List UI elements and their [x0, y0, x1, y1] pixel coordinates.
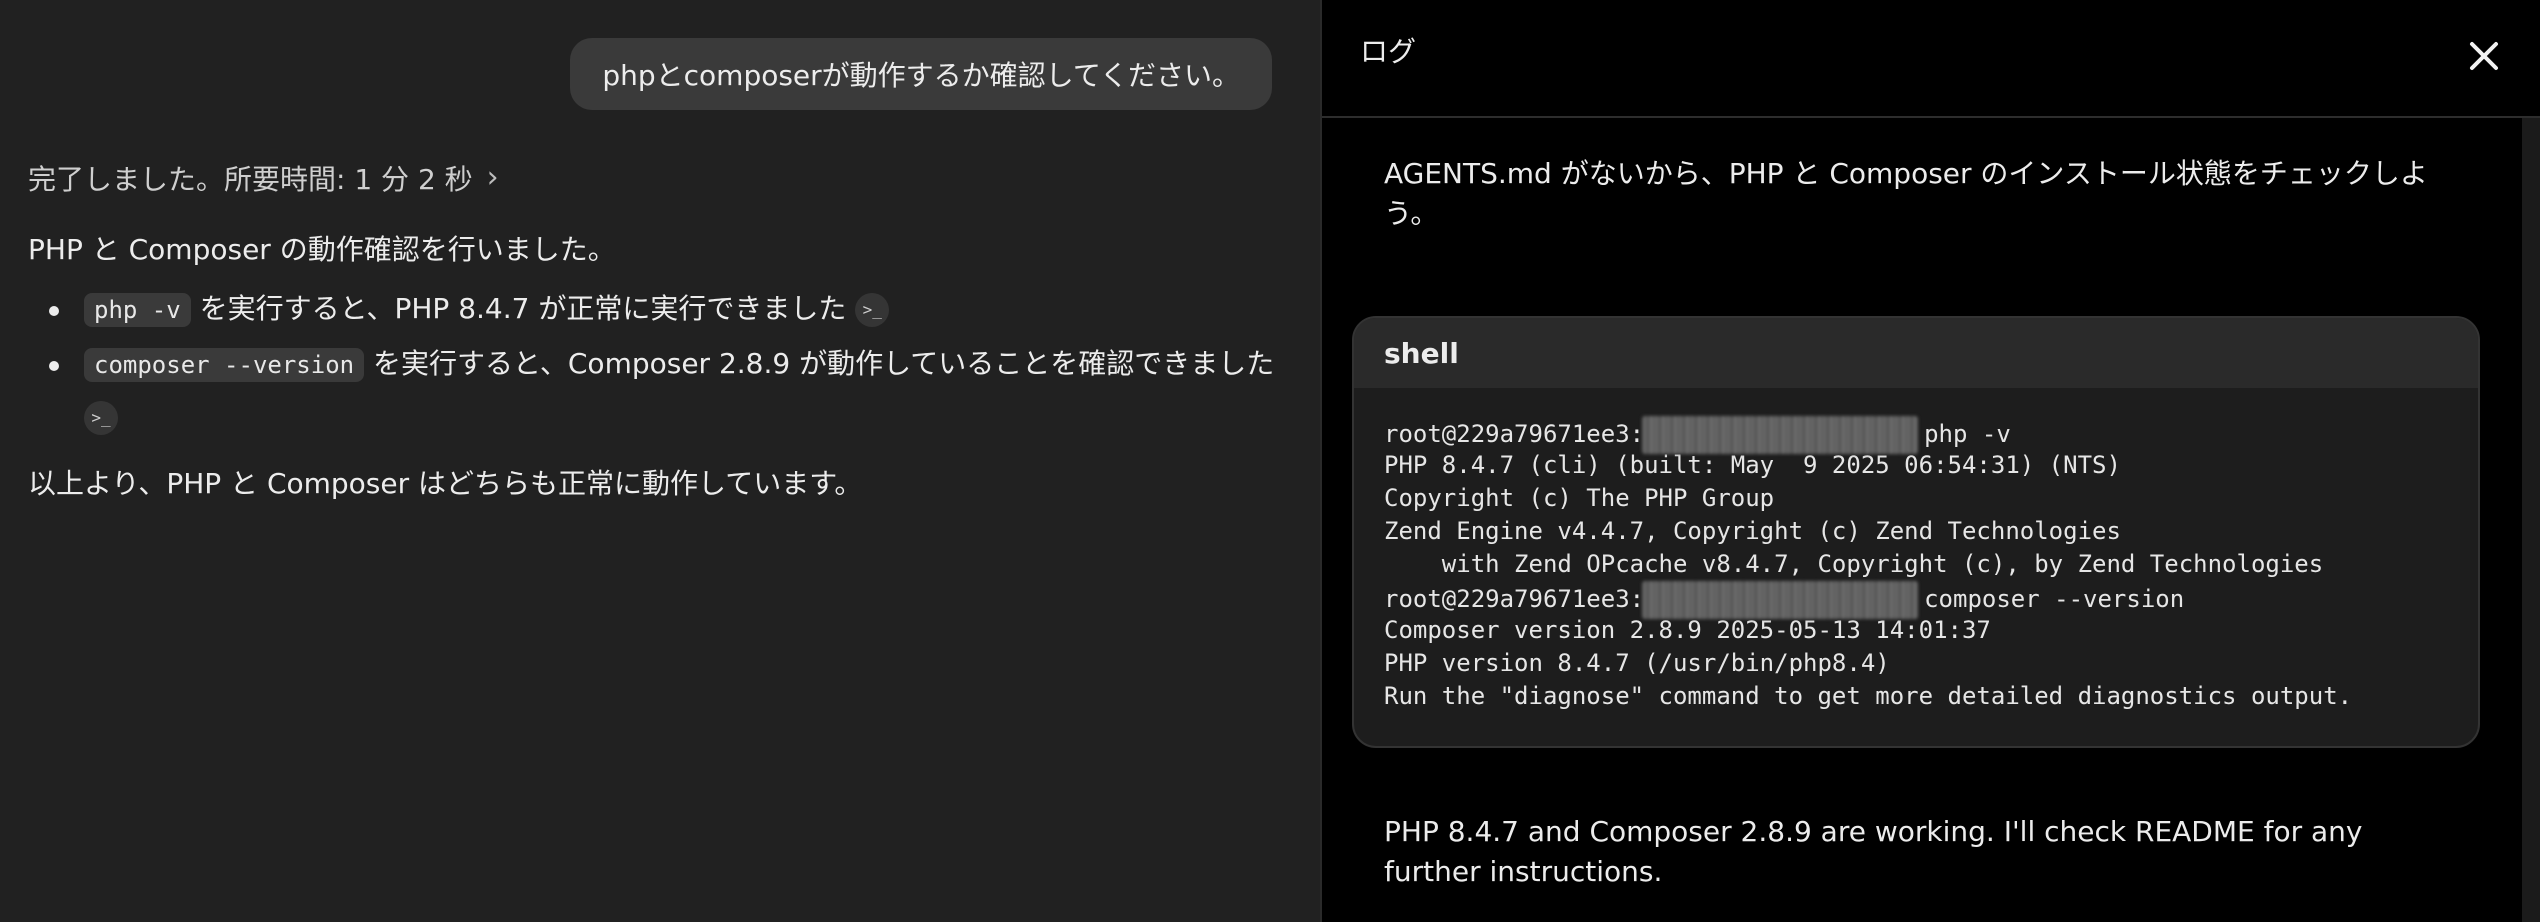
- answer-conclusion: 以上より、PHP と Composer はどちらも正常に動作しています。: [28, 467, 863, 500]
- shell-card-header: shell: [1354, 318, 2478, 388]
- assistant-answer: PHP と Composer の動作確認を行いました。 php -v を実行する…: [28, 228, 1280, 506]
- command-text: composer --version: [1924, 585, 2185, 613]
- close-button[interactable]: [2464, 36, 2504, 76]
- inline-code: composer --version: [84, 348, 365, 382]
- terminal-output-line: Copyright (c) The PHP Group: [1384, 484, 1775, 512]
- redacted-path: [1642, 416, 1919, 454]
- answer-intro: PHP と Composer の動作確認を行いました。: [28, 233, 616, 266]
- terminal-icon[interactable]: >_: [84, 401, 118, 435]
- list-item-line2: >_: [84, 392, 1280, 442]
- task-duration-toggle[interactable]: 完了しました。所要時間: 1 分 2 秒 ›: [28, 158, 499, 198]
- list-item: composer --version を実行すると、Composer 2.8.9…: [28, 337, 1280, 442]
- terminal-icon[interactable]: >_: [855, 293, 890, 327]
- chevron-right-icon: ›: [486, 160, 499, 195]
- log-panel-title: ログ: [1360, 35, 1417, 68]
- inline-code: php -v: [84, 293, 191, 327]
- terminal-prompt-line: root@229a79671ee3: composer --version: [1384, 581, 2448, 619]
- command-text: php -v: [1924, 420, 2011, 448]
- user-message-text: phpとcomposerが動作するか確認してください。: [602, 59, 1240, 92]
- terminal-output-line: with Zend OPcache v8.4.7, Copyright (c),…: [1384, 550, 2324, 578]
- shell-output-card: shell root@229a79671ee3: php -v PHP 8.4.7…: [1352, 316, 2480, 748]
- redacted-path: [1642, 581, 1919, 619]
- log-message: PHP 8.4.7 and Composer 2.8.9 are working…: [1384, 815, 2363, 888]
- bullet-icon: [49, 306, 59, 316]
- bullet-icon: [49, 361, 59, 371]
- terminal-output-line: Zend Engine v4.4.7, Copyright (c) Zend T…: [1384, 517, 2121, 545]
- close-icon: [2470, 42, 2498, 70]
- list-item-text: を実行すると、Composer 2.8.9 が動作していることを確認できました: [373, 347, 1275, 380]
- terminal-output-line: Composer version 2.8.9 2025-05-13 14:01:…: [1384, 616, 1991, 644]
- answer-list: php -v を実行すると、PHP 8.4.7 が正常に実行できました >_ c…: [28, 282, 1280, 442]
- shell-output: root@229a79671ee3: php -v PHP 8.4.7 (cli)…: [1354, 388, 2478, 713]
- log-panel: ログ AGENTS.md がないから、PHP と Composer のインストー…: [1320, 0, 2540, 922]
- terminal-output-line: PHP version 8.4.7 (/usr/bin/php8.4): [1384, 649, 1890, 677]
- list-item: php -v を実行すると、PHP 8.4.7 が正常に実行できました >_: [28, 282, 1280, 337]
- terminal-output-line: PHP 8.4.7 (cli) (built: May 9 2025 06:54…: [1384, 451, 2121, 479]
- log-panel-header: ログ: [1322, 0, 2540, 118]
- prompt-host: root@229a79671ee3:: [1384, 420, 1645, 448]
- list-item-text: を実行すると、PHP 8.4.7 が正常に実行できました: [199, 292, 847, 325]
- chat-panel: phpとcomposerが動作するか確認してください。 完了しました。所要時間:…: [0, 0, 1320, 922]
- duration-text: 完了しました。所要時間: 1 分 2 秒: [28, 163, 473, 196]
- log-panel-body: AGENTS.md がないから、PHP と Composer のインストール状態…: [1322, 118, 2540, 922]
- terminal-prompt-line: root@229a79671ee3: php -v: [1384, 416, 2448, 454]
- app-root: phpとcomposerが動作するか確認してください。 完了しました。所要時間:…: [0, 0, 2540, 922]
- log-message: AGENTS.md がないから、PHP と Composer のインストール状態…: [1384, 157, 2428, 230]
- user-message-bubble: phpとcomposerが動作するか確認してください。: [570, 38, 1272, 110]
- prompt-host: root@229a79671ee3:: [1384, 585, 1645, 613]
- terminal-output-line: Run the "diagnose" command to get more d…: [1384, 682, 2353, 710]
- scrollbar[interactable]: [2522, 118, 2540, 922]
